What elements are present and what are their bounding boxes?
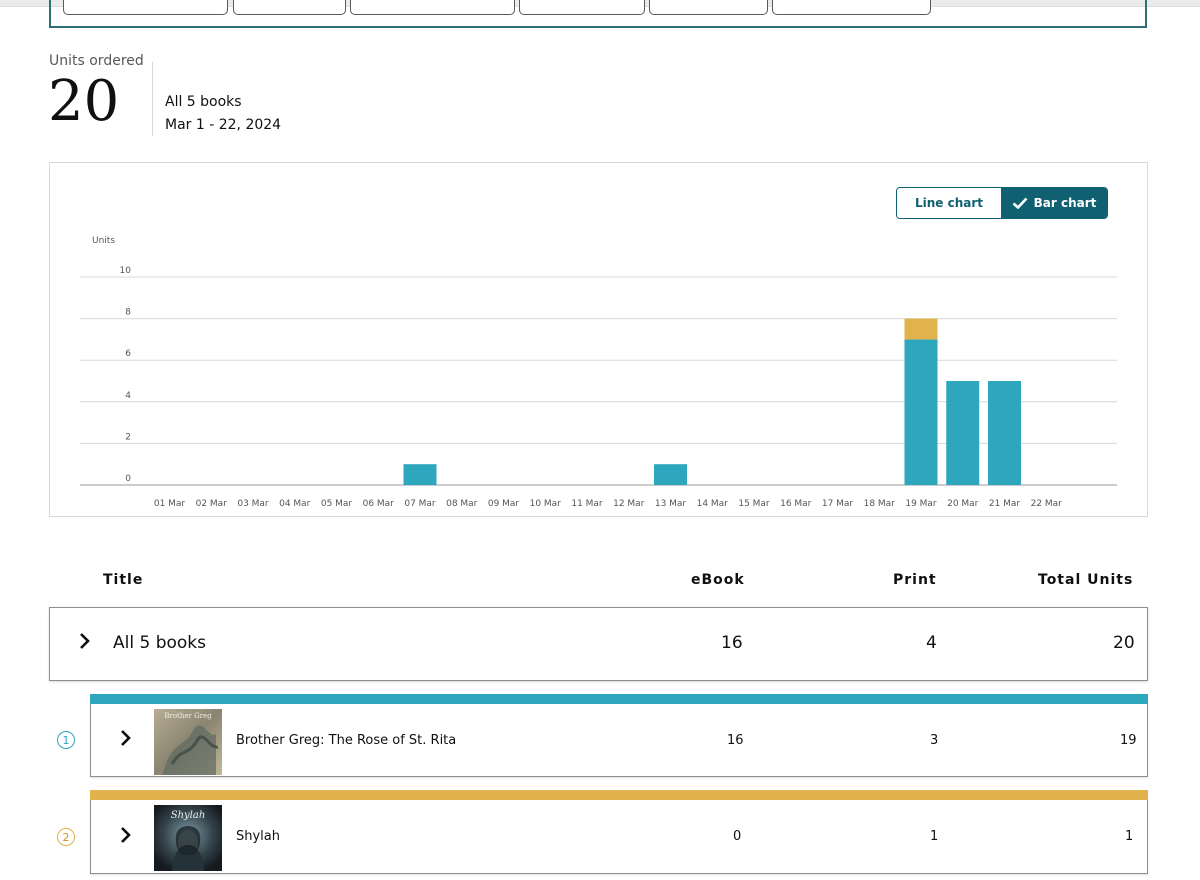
y-tick-label: 10 [120, 266, 132, 276]
chevron-right-icon[interactable] [119, 825, 133, 851]
book-color-strip [90, 790, 1148, 800]
bar [988, 381, 1021, 485]
x-tick-label: 18 Mar [864, 499, 896, 509]
line-chart-label: Line chart [914, 196, 984, 210]
book-ebook-units: 16 [727, 733, 744, 748]
all-books-print: 4 [926, 633, 937, 653]
x-tick-label: 10 Mar [530, 499, 562, 509]
x-tick-label: 04 Mar [279, 499, 311, 509]
x-tick-label: 03 Mar [237, 499, 269, 509]
y-axis-label: Units [92, 236, 115, 246]
x-tick-label: 19 Mar [905, 499, 937, 509]
column-header-title[interactable]: Title [103, 572, 143, 588]
column-header-total-units[interactable]: Total Units [1038, 572, 1133, 588]
y-tick-label: 0 [125, 474, 131, 484]
book-title[interactable]: Brother Greg: The Rose of St. Rita [236, 733, 456, 748]
x-tick-label: 17 Mar [822, 499, 854, 509]
svg-text:Shylah: Shylah [171, 810, 206, 821]
x-tick-label: 06 Mar [363, 499, 395, 509]
book-cover-image: Shylah [154, 805, 222, 871]
all-books-ebook: 16 [721, 633, 743, 653]
x-tick-label: 13 Mar [655, 499, 687, 509]
bar [904, 339, 938, 485]
bar [946, 381, 980, 485]
book-print-units: 1 [930, 829, 939, 844]
x-tick-label: 16 Mar [780, 499, 812, 509]
x-tick-label: 01 Mar [154, 499, 186, 509]
book-cover-image: Brother Greg [154, 709, 222, 775]
line-chart-button[interactable]: Line chart [897, 188, 1001, 218]
book-color-strip [90, 694, 1148, 704]
check-icon [1012, 197, 1028, 209]
book-ebook-units: 0 [733, 829, 742, 844]
bar-chart-button[interactable]: Bar chart [1001, 188, 1107, 218]
bar [654, 464, 687, 485]
rank-badge: 2 [57, 828, 75, 846]
column-header-print[interactable]: Print [893, 572, 937, 588]
chevron-right-icon[interactable] [78, 631, 92, 657]
x-tick-label: 14 Mar [697, 499, 729, 509]
x-tick-label: 02 Mar [196, 499, 228, 509]
x-tick-label: 22 Mar [1031, 499, 1063, 509]
y-tick-label: 8 [125, 308, 131, 318]
x-tick-label: 12 Mar [613, 499, 645, 509]
x-tick-label: 11 Mar [571, 499, 603, 509]
x-tick-label: 20 Mar [947, 499, 979, 509]
chevron-right-icon[interactable] [119, 728, 133, 754]
all-books-title: All 5 books [113, 633, 206, 653]
x-tick-label: 05 Mar [321, 499, 353, 509]
column-header-ebook[interactable]: eBook [691, 572, 745, 588]
bar-chart-label: Bar chart [1033, 196, 1097, 210]
svg-text:Brother Greg: Brother Greg [164, 712, 212, 720]
bar [904, 318, 938, 340]
bar [403, 464, 437, 485]
book-total-units: 19 [1120, 733, 1137, 748]
book-title[interactable]: Shylah [236, 829, 280, 844]
chart-type-toggle: Line chart Bar chart [896, 187, 1108, 219]
book-print-units: 3 [930, 733, 939, 748]
rank-badge: 1 [57, 731, 75, 749]
all-books-row[interactable] [49, 607, 1148, 681]
all-books-total: 20 [1113, 633, 1135, 653]
book-total-units: 1 [1125, 829, 1134, 844]
y-tick-label: 4 [125, 391, 131, 401]
y-tick-label: 2 [125, 432, 131, 442]
x-tick-label: 15 Mar [738, 499, 770, 509]
x-tick-label: 21 Mar [989, 499, 1021, 509]
x-tick-label: 07 Mar [404, 499, 436, 509]
y-tick-label: 6 [125, 349, 131, 359]
x-tick-label: 09 Mar [488, 499, 520, 509]
x-tick-label: 08 Mar [446, 499, 478, 509]
